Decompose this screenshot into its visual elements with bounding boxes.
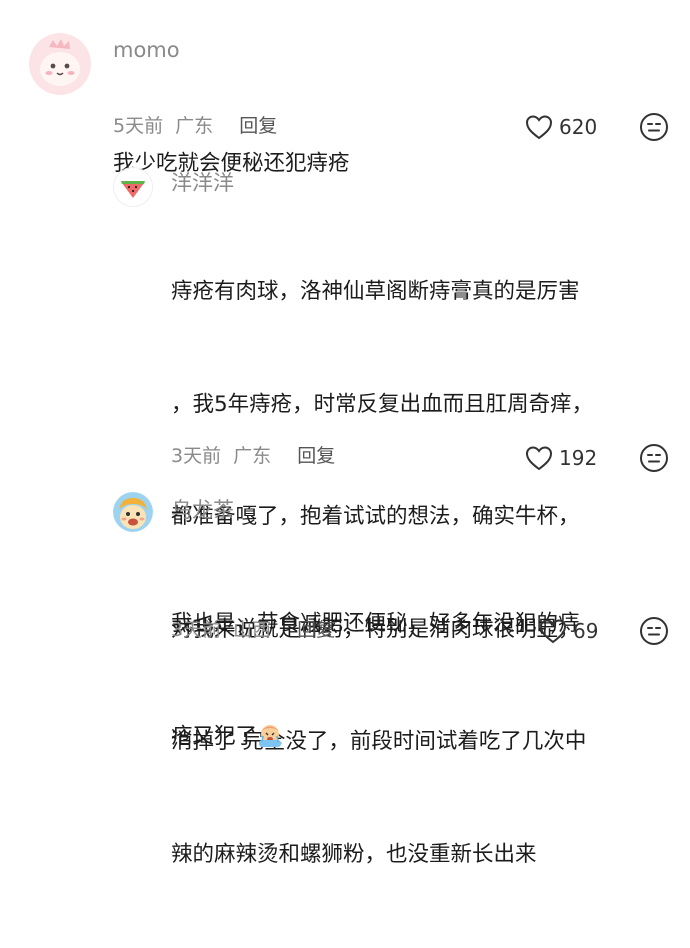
like-count: 620 xyxy=(559,115,598,139)
cartoon-character-avatar-icon xyxy=(113,492,153,532)
comment-text-line: 辣的麻辣烫和螺狮粉，也没重新长出来 xyxy=(171,841,537,867)
comment-text: 我也是，节食减肥还便秘，好多年没犯的痔 疮又犯了 xyxy=(171,530,580,830)
comment-meta: 5天前 广东 回复 xyxy=(113,114,277,138)
heart-outline-icon xyxy=(539,619,567,644)
username[interactable]: 洋洋洋 xyxy=(171,170,234,196)
neutral-face-icon xyxy=(640,444,668,472)
heart-outline-icon xyxy=(525,446,553,471)
neutral-face-icon xyxy=(640,113,668,141)
comment-meta: 3天前 广东 回复 xyxy=(171,444,335,468)
pink-dinosaur-avatar-icon xyxy=(29,33,91,95)
username[interactable]: 乌龙茶 xyxy=(171,497,234,523)
watermelon-avatar-icon xyxy=(114,168,152,206)
reply-button[interactable]: 回复 xyxy=(297,618,335,642)
comment-location: 广东 xyxy=(233,445,272,467)
comment-meta: 3天前 山西 回复 xyxy=(171,618,335,642)
like-button[interactable]: 620 xyxy=(525,112,597,142)
reaction-button[interactable] xyxy=(639,616,669,646)
like-count: 192 xyxy=(559,446,598,470)
neutral-face-icon xyxy=(640,617,668,645)
user-avatar[interactable] xyxy=(113,492,153,532)
like-button[interactable]: 192 xyxy=(525,443,597,473)
crying-emoji-icon xyxy=(259,724,282,747)
user-avatar[interactable] xyxy=(29,33,91,95)
user-avatar[interactable] xyxy=(113,167,153,207)
comment-text-line: 痔疮有肉球，洛神仙草阁断痔膏真的是厉害 xyxy=(171,279,580,304)
reply-button[interactable]: 回复 xyxy=(239,114,277,138)
reply-button[interactable]: 回复 xyxy=(297,444,335,468)
heart-outline-icon xyxy=(525,115,553,140)
comment-time: 3天前 xyxy=(171,619,222,641)
like-button[interactable]: 69 xyxy=(539,616,598,646)
comment-text-line: 疮又犯了 xyxy=(171,718,580,756)
comment-text-line: ，我5年痔疮，时常反复出血而且肛周奇痒， xyxy=(171,391,594,417)
reaction-button[interactable] xyxy=(639,112,669,142)
reaction-button[interactable] xyxy=(639,443,669,473)
comment-location: 广东 xyxy=(175,115,214,137)
comment-time: 3天前 xyxy=(171,445,222,467)
comment-text-fragment: 疮又犯了 xyxy=(171,723,258,749)
like-count: 69 xyxy=(573,619,599,643)
comment-time: 5天前 xyxy=(113,115,164,137)
comment-location: 山西 xyxy=(233,619,272,641)
username[interactable]: momo xyxy=(113,37,180,63)
